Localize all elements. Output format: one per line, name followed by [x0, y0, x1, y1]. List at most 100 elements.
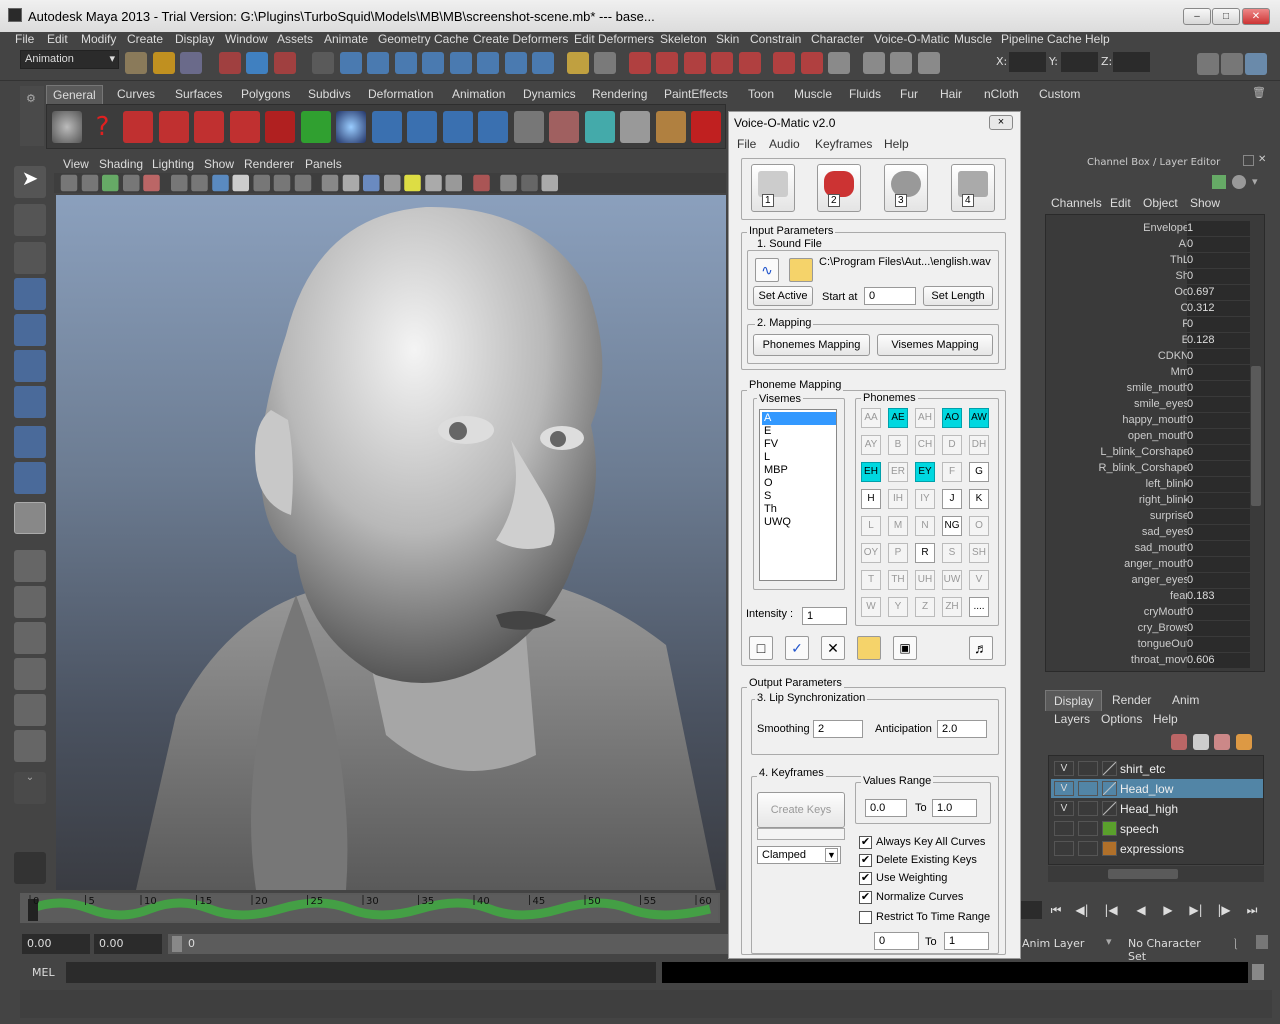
- viewport-menu-lighting[interactable]: Lighting: [152, 157, 194, 171]
- phoneme-button[interactable]: V: [969, 570, 989, 590]
- quick-layout-icon[interactable]: [14, 852, 46, 884]
- shelf-tab-animation[interactable]: Animation: [452, 87, 505, 101]
- shelf-tab-deformation[interactable]: Deformation: [368, 87, 433, 101]
- sphere-icon[interactable]: [336, 111, 366, 143]
- option-label[interactable]: Always Key All Curves: [876, 836, 985, 848]
- vom-menu-audio[interactable]: Audio: [769, 137, 800, 151]
- select-component-icon[interactable]: [273, 52, 296, 74]
- phoneme-button[interactable]: O: [969, 516, 989, 536]
- channel-row[interactable]: anger_mouth 0: [1046, 557, 1251, 573]
- last-tool-icon[interactable]: [14, 502, 46, 534]
- channel-value[interactable]: 0.606: [1187, 653, 1251, 668]
- channel-name[interactable]: smile_mouth: [1127, 382, 1189, 394]
- menu-animate[interactable]: Animate: [324, 32, 368, 46]
- joint-tool-3-icon[interactable]: [442, 111, 473, 143]
- layer-name[interactable]: Head_low: [1120, 782, 1173, 796]
- viewport-menu-renderer[interactable]: Renderer: [244, 157, 294, 171]
- delete-icon[interactable]: ✕: [821, 636, 845, 660]
- channel-value[interactable]: 0: [1187, 429, 1251, 444]
- paint-brush-icon[interactable]: [655, 111, 686, 143]
- render-view-icon[interactable]: [862, 52, 885, 74]
- joint-tool-2-icon[interactable]: [407, 111, 437, 143]
- phoneme-button[interactable]: AE: [888, 408, 908, 428]
- play-forwards-icon[interactable]: ▶: [1157, 903, 1179, 917]
- step-forward-key-icon[interactable]: ▶|: [1185, 903, 1207, 917]
- history-icon[interactable]: [800, 52, 823, 74]
- viseme-item[interactable]: E: [762, 425, 836, 438]
- channel-scrollbar[interactable]: [1250, 216, 1262, 670]
- menu-create-deformers[interactable]: Create Deformers: [473, 32, 568, 46]
- channel-value[interactable]: 1: [1187, 221, 1251, 236]
- phoneme-button[interactable]: B: [888, 435, 908, 455]
- smoothing-input[interactable]: 2: [813, 720, 863, 738]
- cb-menu-show[interactable]: Show: [1190, 196, 1220, 210]
- channel-name[interactable]: open_mouth: [1128, 430, 1189, 442]
- channel-row[interactable]: fear 0.183: [1046, 589, 1251, 605]
- phoneme-button[interactable]: R: [915, 543, 935, 563]
- menu-create[interactable]: Create: [127, 32, 163, 46]
- cube-icon[interactable]: [584, 111, 615, 143]
- shelf-tab-polygons[interactable]: Polygons: [241, 87, 290, 101]
- channel-value[interactable]: 0: [1187, 557, 1251, 572]
- gate-mask-icon[interactable]: [232, 174, 249, 192]
- step-4-button[interactable]: 4: [951, 164, 995, 212]
- shelf-tool-7-icon[interactable]: [513, 111, 544, 143]
- channel-value[interactable]: 0: [1187, 413, 1251, 428]
- viewport-menu-panels[interactable]: Panels: [305, 157, 342, 171]
- phoneme-button[interactable]: S: [942, 543, 962, 563]
- channel-row[interactable]: Mm 0: [1046, 365, 1251, 381]
- wireframe-icon[interactable]: [321, 174, 339, 192]
- shelf-tool-5-icon[interactable]: [265, 111, 295, 143]
- channel-value[interactable]: 0: [1187, 509, 1251, 524]
- two-d-pan-icon[interactable]: [143, 174, 160, 192]
- lasso-tool-icon[interactable]: [14, 204, 46, 236]
- new-layer-empty-icon[interactable]: [1171, 734, 1187, 750]
- menu-constrain[interactable]: Constrain: [750, 32, 801, 46]
- option-label[interactable]: Delete Existing Keys: [876, 854, 977, 866]
- layer-color-swatch[interactable]: [1102, 841, 1117, 856]
- new-scene-icon[interactable]: [125, 52, 147, 74]
- phoneme-button[interactable]: SH: [969, 543, 989, 563]
- grid-icon[interactable]: [170, 174, 188, 192]
- input-output-icon[interactable]: [773, 52, 795, 74]
- phoneme-button[interactable]: AH: [915, 408, 935, 428]
- channel-row[interactable]: throat_movt 0.606: [1046, 653, 1251, 669]
- microphone-icon[interactable]: [691, 111, 721, 143]
- vom-menu-keyframes[interactable]: Keyframes: [815, 137, 872, 151]
- smooth-shade-icon[interactable]: [342, 174, 359, 192]
- spell-check-icon[interactable]: ✓: [785, 636, 809, 660]
- play-backwards-icon[interactable]: ◀: [1130, 903, 1152, 917]
- start-at-input[interactable]: 0: [864, 287, 916, 305]
- tab-render[interactable]: Render: [1112, 693, 1151, 707]
- waveform-icon[interactable]: ∿: [755, 258, 779, 282]
- shelf-tab-ncloth[interactable]: nCloth: [984, 87, 1019, 101]
- channel-row[interactable]: anger_eyes 0: [1046, 573, 1251, 589]
- shelf-tab-fluids[interactable]: Fluids: [849, 87, 881, 101]
- step-1-button[interactable]: 1: [751, 164, 795, 212]
- viewport-menu-view[interactable]: View: [63, 157, 89, 171]
- channel-name[interactable]: smile_eyes: [1134, 398, 1189, 410]
- viseme-item[interactable]: FV: [762, 438, 836, 451]
- open-scene-icon[interactable]: [152, 52, 175, 74]
- create-keys-button[interactable]: Create Keys: [757, 792, 845, 828]
- animation-prefs-icon[interactable]: [1256, 935, 1268, 949]
- help-question-icon[interactable]: ?: [88, 111, 118, 143]
- shelf-tab-painteffects[interactable]: PaintEffects: [664, 87, 728, 101]
- shelf-menu[interactable]: ⚙: [20, 86, 44, 146]
- render-frame-icon[interactable]: [828, 52, 850, 74]
- close-button[interactable]: ✕: [1242, 8, 1270, 25]
- channel-name[interactable]: Envelope: [1143, 222, 1189, 234]
- shelf-tab-general[interactable]: General: [46, 85, 103, 104]
- phoneme-button[interactable]: G: [969, 462, 989, 482]
- viseme-item[interactable]: S: [762, 490, 836, 503]
- channel-row[interactable]: surprise 0: [1046, 509, 1251, 525]
- channel-value[interactable]: 0.697: [1187, 285, 1251, 300]
- shelf-tool-6-icon[interactable]: [300, 111, 331, 143]
- channel-name[interactable]: happy_mouth: [1122, 414, 1189, 426]
- set-length-button[interactable]: Set Length: [923, 286, 993, 306]
- phoneme-button[interactable]: ....: [969, 597, 989, 617]
- menu-window[interactable]: Window: [225, 32, 268, 46]
- camera-select-icon[interactable]: [60, 174, 78, 192]
- phoneme-button[interactable]: H: [861, 489, 881, 509]
- phoneme-button[interactable]: CH: [915, 435, 935, 455]
